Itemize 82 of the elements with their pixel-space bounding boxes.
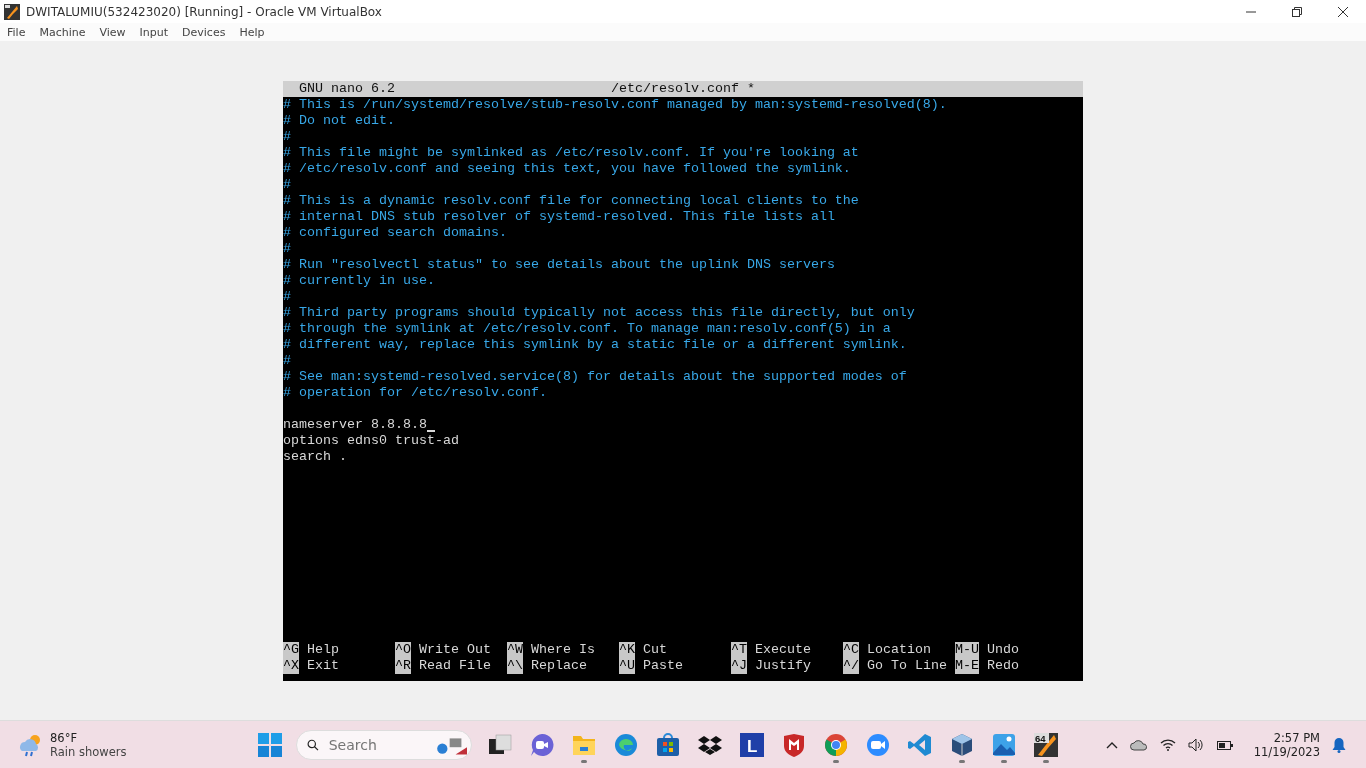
shortcut-label: Replace: [531, 657, 587, 674]
shortcut-label: Exit: [307, 657, 339, 674]
code-comment: #: [283, 352, 291, 369]
shortcut-label: Redo: [987, 657, 1019, 674]
code-comment: # different way, replace this symlink by a static file or a different symlink.: [283, 336, 907, 353]
code-comment: # Run "resolvectl status" to see details about the uplink DNS servers: [283, 256, 835, 273]
menu-item[interactable]: Machine: [39, 25, 86, 39]
icon-label: 64: [1035, 732, 1046, 743]
taskbar-search[interactable]: Search: [296, 729, 472, 760]
code-line: options edns0 trust-ad: [283, 432, 459, 449]
letter-l: L: [747, 736, 758, 756]
shortcut-label: Where Is: [531, 641, 595, 658]
shortcut-label: Go To Line: [867, 657, 947, 674]
shortcut-key: M-U: [955, 641, 979, 658]
code-comment: # currently in use.: [283, 272, 435, 289]
speaker-icon[interactable]: [1187, 737, 1204, 752]
shortcut-label: Read File: [419, 657, 491, 674]
menu-item[interactable]: File: [7, 25, 26, 39]
code-comment: # Third party programs should typically not access this file directly, but only: [283, 304, 915, 321]
cube-icon[interactable]: [950, 732, 974, 757]
code-comment: # internal DNS stub resolver of systemd-resolved. This file lists all: [283, 208, 835, 225]
chevron-up-icon[interactable]: [1105, 740, 1118, 749]
shield-icon[interactable]: [782, 732, 806, 757]
editor-name: GNU nano 6.2: [298, 80, 396, 97]
weather-condition: Rain showers: [50, 744, 127, 759]
shortcut-key: ^K: [619, 641, 635, 658]
menu-item[interactable]: Input: [139, 25, 169, 39]
shortcut-label: Paste: [643, 657, 683, 674]
battery-icon[interactable]: [1215, 738, 1234, 751]
code-line: search .: [283, 448, 347, 465]
code-comment: #: [283, 288, 291, 305]
menu-item[interactable]: Devices: [182, 25, 226, 39]
cloud-icon[interactable]: [1129, 738, 1148, 751]
letter-tile-icon[interactable]: L: [740, 732, 764, 757]
clock-time[interactable]: 2:57 PM: [1273, 730, 1320, 745]
code-editor-icon[interactable]: [908, 732, 932, 757]
code-comment: # See man:systemd-resolved.service(8) for details about the supported modes of: [283, 368, 907, 385]
code-comment: #: [283, 176, 291, 193]
code-line: nameserver 8.8.8.8: [283, 416, 427, 433]
menu-item[interactable]: View: [99, 25, 126, 39]
notification-bell-icon[interactable]: [1332, 736, 1346, 753]
code-comment: # through the symlink at /etc/resolv.conf. To manage man:resolv.conf(5) in a: [283, 320, 891, 337]
code-comment: # operation for /etc/resolv.conf.: [283, 384, 547, 401]
code-comment: # This is /run/systemd/resolve/stub-resolv.conf managed by man:systemd-resolved(8).: [283, 96, 947, 113]
shortcut-label: Justify: [755, 657, 811, 674]
search-input[interactable]: Search: [326, 735, 427, 754]
video-chat-icon[interactable]: [530, 732, 554, 757]
browser-icon[interactable]: [614, 732, 638, 757]
app-icon: [4, 3, 20, 20]
wifi-icon[interactable]: [1159, 738, 1176, 751]
shortcut-key: ^G: [283, 641, 299, 658]
shortcut-key: ^O: [395, 641, 411, 658]
shortcut-label: Write Out: [419, 641, 491, 658]
menu-item[interactable]: Help: [239, 25, 265, 39]
code-comment: # Do not edit.: [283, 112, 395, 129]
shortcut-key: ^W: [507, 641, 523, 658]
code-comment: # This file might be symlinked as /etc/resolv.conf. If you're looking at: [283, 144, 859, 161]
shortcut-label: Location: [867, 641, 931, 658]
shortcut-label: Undo: [987, 641, 1019, 658]
clock-date[interactable]: 11/19/2023: [1253, 744, 1320, 759]
file-name: /etc/resolv.conf *: [611, 80, 755, 97]
photos-icon[interactable]: [992, 732, 1016, 757]
shortcut-label: Help: [307, 641, 339, 658]
window-title: DWITALUMIU(532423020) [Running] - Oracle VM VirtualBox: [26, 4, 383, 19]
video-call-icon[interactable]: [866, 732, 890, 757]
code-comment: #: [283, 128, 291, 145]
code-comment: # This is a dynamic resolv.conf file for connecting local clients to the: [283, 192, 859, 209]
app-icon[interactable]: 64: [1034, 732, 1058, 757]
shortcut-key: ^T: [731, 641, 747, 658]
temperature: 86°F: [50, 730, 78, 745]
browser-icon[interactable]: [824, 732, 848, 757]
start-icon[interactable]: [258, 732, 282, 757]
shortcut-key: ^C: [843, 641, 859, 658]
shortcut-label: Cut: [643, 641, 667, 658]
code-comment: #: [283, 240, 291, 257]
close-icon[interactable]: [1338, 6, 1348, 17]
code-comment: # /etc/resolv.conf and seeing this text, you have followed the symlink.: [283, 160, 851, 177]
task-view-icon[interactable]: [488, 732, 512, 757]
shortcut-label: Execute: [755, 641, 811, 658]
maximize-icon[interactable]: [1292, 6, 1302, 17]
code-comment: # configured search domains.: [283, 224, 507, 241]
shopping-bag-icon[interactable]: [656, 732, 680, 757]
